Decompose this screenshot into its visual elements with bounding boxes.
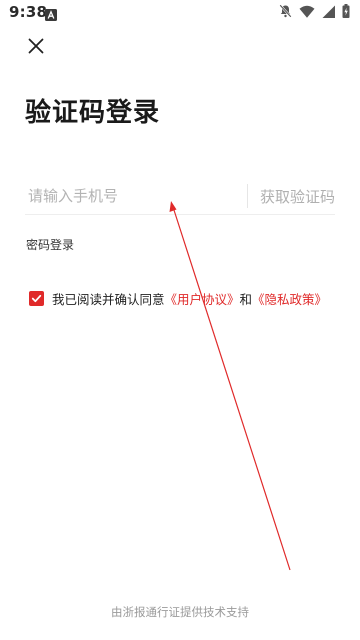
wifi-icon	[299, 3, 315, 22]
close-icon	[28, 38, 44, 58]
page-title: 验证码登录	[25, 98, 161, 128]
android-app-icon	[45, 6, 57, 21]
signal-icon	[322, 3, 335, 22]
privacy-policy-link[interactable]: 《隐私政策》	[252, 292, 327, 307]
battery-charging-icon	[342, 3, 350, 22]
password-login-link[interactable]: 密码登录	[26, 236, 74, 253]
checkmark-icon	[31, 289, 42, 308]
agreement-row: 我已阅读并确认同意《用户协议》和《隐私政策》	[29, 288, 349, 308]
phone-input[interactable]	[25, 180, 238, 212]
footer-credit: 由浙报通行证提供技术支持	[111, 605, 249, 619]
get-code-button[interactable]: 获取验证码	[260, 186, 335, 207]
user-agreement-link[interactable]: 《用户协议》	[165, 292, 240, 307]
phone-field-row: 获取验证码	[25, 180, 335, 215]
agreement-text: 我已阅读并确认同意《用户协议》和《隐私政策》	[52, 289, 327, 308]
agreement-prefix: 我已阅读并确认同意	[52, 291, 165, 307]
close-button[interactable]	[22, 34, 50, 62]
status-bar: 9:38	[0, 0, 360, 24]
agree-checkbox[interactable]	[29, 289, 44, 308]
field-divider	[247, 184, 248, 208]
notifications-off-icon	[279, 3, 292, 22]
status-time: 9:38	[9, 3, 48, 21]
agreement-conjunction: 和	[239, 291, 253, 307]
status-icons	[279, 3, 350, 22]
